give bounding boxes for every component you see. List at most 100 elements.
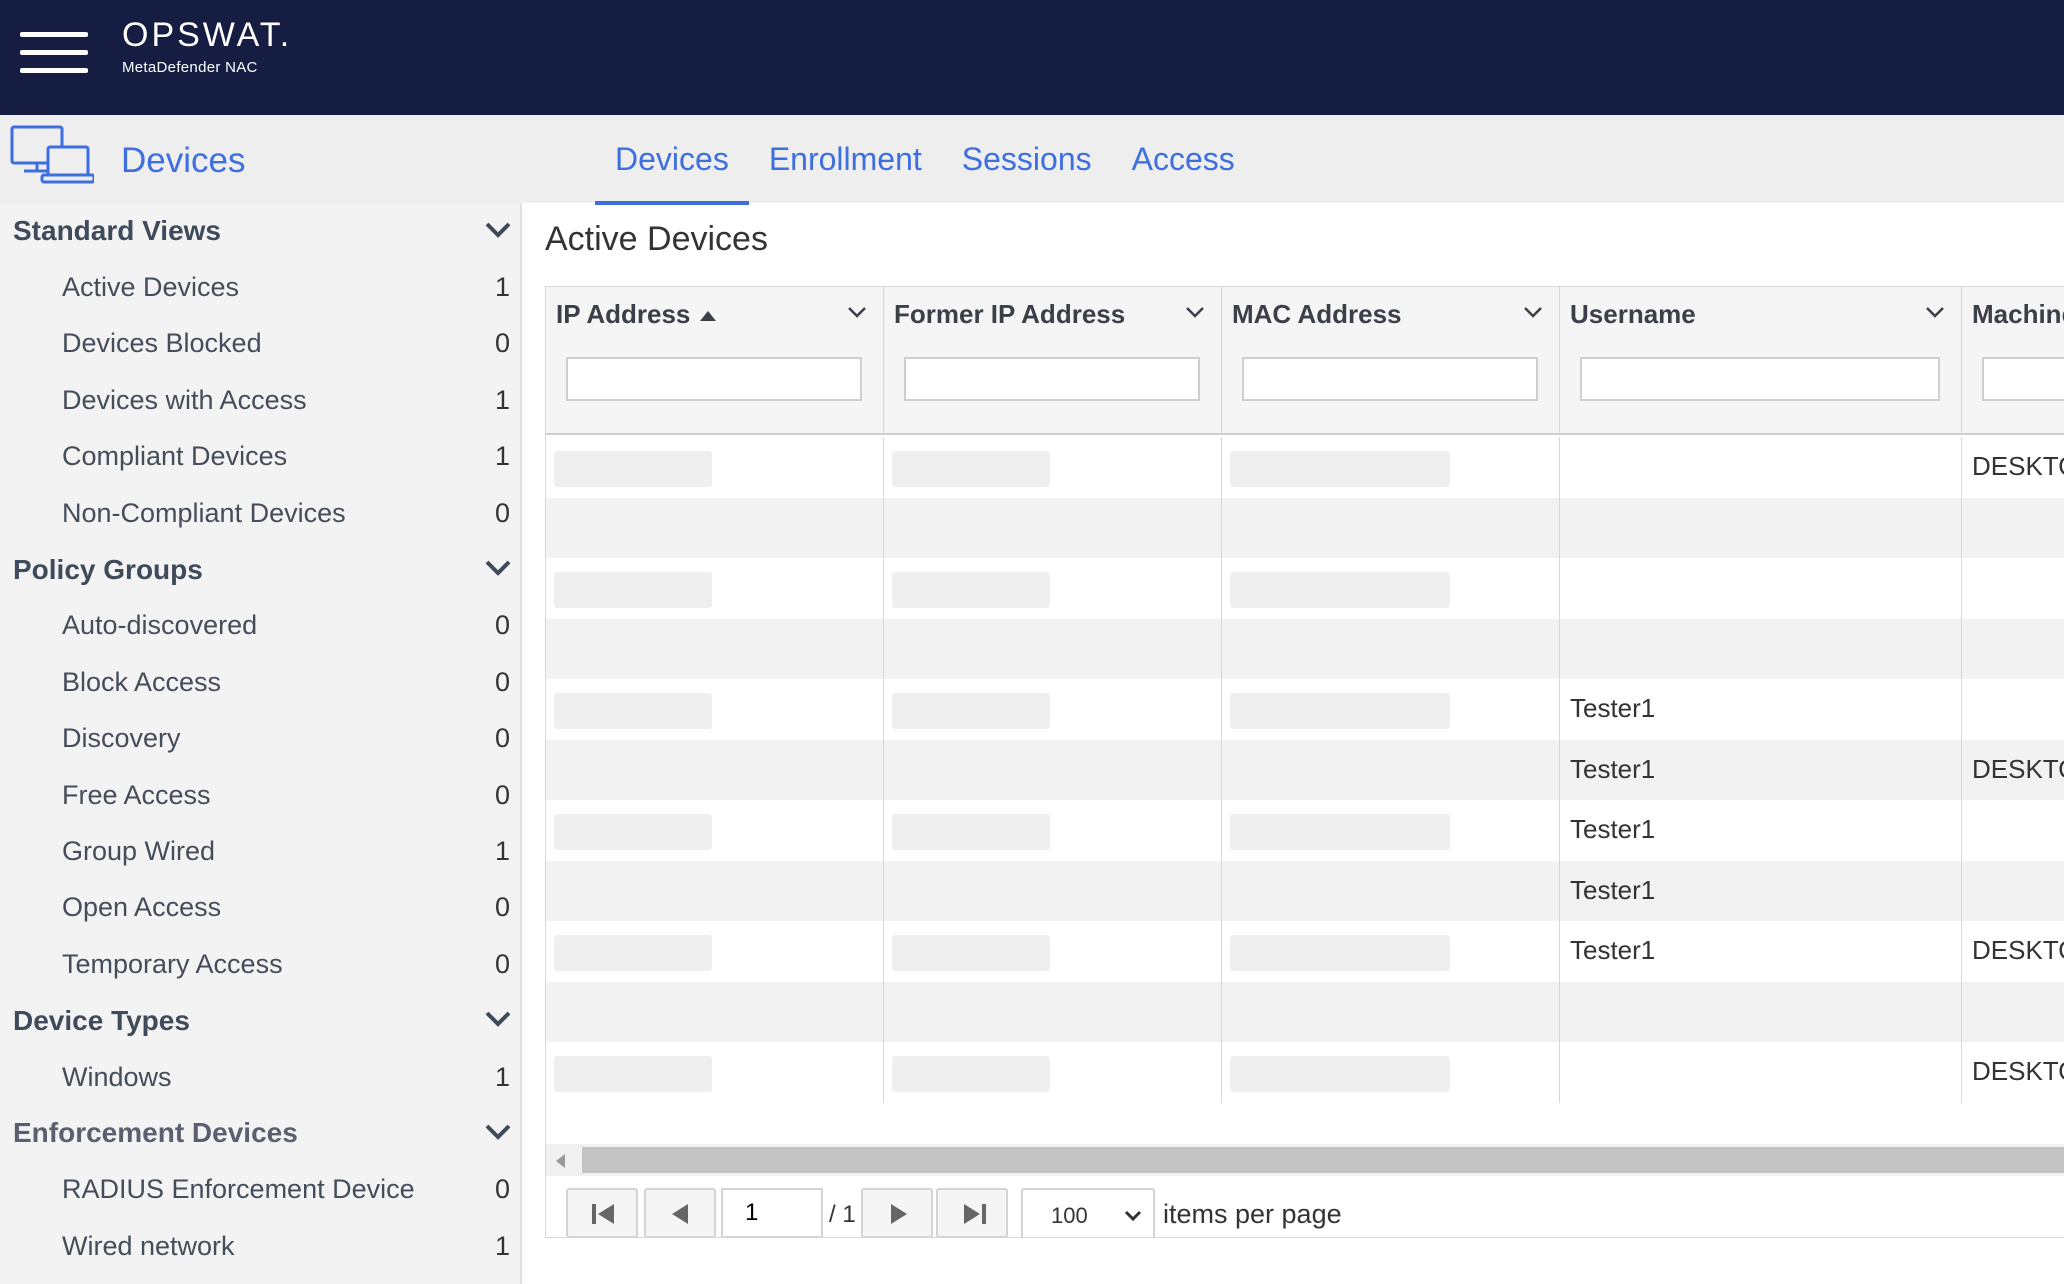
table-row[interactable]: DESKTO: [546, 1042, 2064, 1103]
filter-mac-address-input[interactable]: [1242, 357, 1538, 401]
filter-username-input[interactable]: [1580, 357, 1940, 401]
sidebar-item-count: 1: [494, 441, 510, 472]
sidebar-item-block-access[interactable]: Block Access 0: [0, 654, 520, 710]
sidebar-item-count: 1: [494, 835, 510, 866]
sidebar-item-count: 0: [494, 892, 510, 923]
table-cell: [1560, 1042, 1962, 1103]
table-row[interactable]: [546, 497, 2064, 558]
sidebar-item-windows[interactable]: Windows 1: [0, 1049, 520, 1105]
chevron-down-icon[interactable]: [482, 217, 514, 243]
table-row[interactable]: Tester1: [546, 800, 2064, 861]
chevron-down-icon[interactable]: [482, 1119, 514, 1145]
devices-grid: IP Address Former IP Address MAC Address…: [545, 286, 2064, 1238]
table-cell: [546, 739, 884, 800]
table-cell: [1962, 982, 2064, 1043]
sidebar-item-label: Discovery: [62, 723, 181, 754]
table-cell: [546, 679, 884, 740]
sidebar-item-discovery[interactable]: Discovery 0: [0, 711, 520, 767]
filter-former-ip-address-input[interactable]: [904, 357, 1200, 401]
table-row[interactable]: [546, 558, 2064, 619]
column-title: Former IP Address: [894, 299, 1126, 329]
table-row[interactable]: DESKTO: [546, 437, 2064, 498]
sidebar-item-wired-network[interactable]: Wired network 1: [0, 1218, 520, 1274]
table-cell: [1962, 679, 2064, 740]
sidebar-item-devices-blocked[interactable]: Devices Blocked 0: [0, 316, 520, 372]
filter-machine-input[interactable]: [1982, 357, 2064, 401]
column-menu-icon[interactable]: [846, 303, 868, 321]
first-page-button[interactable]: [566, 1188, 638, 1237]
table-row[interactable]: [546, 981, 2064, 1043]
page-number-input[interactable]: [721, 1188, 823, 1237]
table-cell: [1560, 618, 1962, 679]
column-header-former-ip-address[interactable]: Former IP Address: [884, 287, 1222, 435]
table-cell: [884, 1042, 1222, 1103]
sidebar-group-policy-groups[interactable]: Policy Groups: [0, 541, 520, 597]
table-cell: [546, 981, 884, 1042]
table-row[interactable]: [546, 618, 2064, 679]
table-row[interactable]: Tester1: [546, 679, 2064, 740]
page-total: / 1: [829, 1201, 856, 1228]
table-cell: [884, 437, 1222, 498]
table-cell: [1222, 558, 1560, 619]
tab-devices[interactable]: Devices: [595, 115, 749, 205]
table-cell: [1962, 558, 2064, 619]
table-cell: [546, 1042, 884, 1103]
last-page-button[interactable]: [936, 1188, 1008, 1237]
table-cell: [1222, 497, 1560, 558]
tab-enrollment[interactable]: Enrollment: [749, 115, 942, 203]
sidebar-group-standard-views[interactable]: Standard Views: [0, 203, 520, 259]
page-title: Active Devices: [545, 220, 768, 258]
sidebar-item-compliant-devices[interactable]: Compliant Devices 1: [0, 429, 520, 485]
sidebar-group-enforcement-devices[interactable]: Enforcement Devices: [0, 1105, 520, 1161]
devices-icon: [10, 125, 94, 184]
tab-access[interactable]: Access: [1112, 115, 1255, 203]
chevron-down-icon[interactable]: [482, 1006, 514, 1032]
next-page-button[interactable]: [861, 1188, 933, 1237]
table-cell: [884, 497, 1222, 558]
column-header-ip-address[interactable]: IP Address: [546, 287, 884, 435]
horizontal-scrollbar[interactable]: [546, 1144, 2064, 1176]
username-cell-text: Tester1: [1570, 935, 1656, 965]
username-cell-text: Tester1: [1570, 753, 1656, 784]
column-header-mac-address[interactable]: MAC Address: [1222, 287, 1560, 435]
sidebar-item-label: Active Devices: [62, 272, 240, 303]
column-menu-icon[interactable]: [1924, 303, 1946, 321]
table-cell: DESKTO: [1962, 437, 2064, 498]
tab-sessions[interactable]: Sessions: [942, 115, 1112, 203]
grid-body: DESKTOTester1Tester1DESKTOTester1Tester1…: [546, 437, 2064, 1103]
previous-page-button[interactable]: [644, 1188, 716, 1237]
sidebar-item-free-access[interactable]: Free Access 0: [0, 767, 520, 823]
table-row[interactable]: Tester1: [546, 860, 2064, 921]
sidebar-item-temporary-access[interactable]: Temporary Access 0: [0, 936, 520, 992]
sidebar-item-label: Block Access: [62, 666, 222, 697]
column-menu-icon[interactable]: [1522, 303, 1544, 321]
scroll-left-icon[interactable]: [556, 1154, 565, 1168]
column-header-machine[interactable]: Machine: [1962, 287, 2064, 435]
sidebar-item-group-wired[interactable]: Group Wired 1: [0, 823, 520, 879]
sidebar-item-devices-with-access[interactable]: Devices with Access 1: [0, 372, 520, 428]
filter-ip-address-input[interactable]: [566, 357, 862, 401]
column-menu-icon[interactable]: [1184, 303, 1206, 321]
table-row[interactable]: Tester1 DESKTO: [546, 921, 2064, 982]
hamburger-menu-icon[interactable]: [20, 32, 90, 74]
sidebar-item-label: Windows: [62, 1061, 172, 1092]
sidebar-item-open-access[interactable]: Open Access 0: [0, 880, 520, 936]
sidebar-item-label: Compliant Devices: [62, 441, 288, 472]
sidebar-item-count: 0: [494, 723, 510, 754]
column-header-username[interactable]: Username: [1560, 287, 1962, 435]
sidebar-item-non-compliant-devices[interactable]: Non-Compliant Devices 0: [0, 485, 520, 541]
chevron-down-icon[interactable]: [482, 555, 514, 581]
sidebar-item-active-devices[interactable]: Active Devices 1: [0, 259, 520, 315]
previous-page-icon: [672, 1204, 688, 1224]
table-cell: [1222, 860, 1560, 921]
scrollbar-thumb[interactable]: [582, 1147, 2064, 1173]
sidebar-item-auto-discovered[interactable]: Auto-discovered 0: [0, 598, 520, 654]
last-page-icon: [964, 1204, 986, 1224]
sidebar-group-device-types[interactable]: Device Types: [0, 992, 520, 1048]
table-row[interactable]: Tester1 DESKTO: [546, 739, 2064, 800]
sidebar-item-radius-enforcement-device[interactable]: RADIUS Enforcement Device 0: [0, 1162, 520, 1218]
redacted-value: [892, 572, 1050, 608]
table-cell: [1560, 437, 1962, 498]
column-title: MAC Address: [1232, 299, 1402, 329]
items-per-page-select[interactable]: 100: [1021, 1188, 1155, 1237]
